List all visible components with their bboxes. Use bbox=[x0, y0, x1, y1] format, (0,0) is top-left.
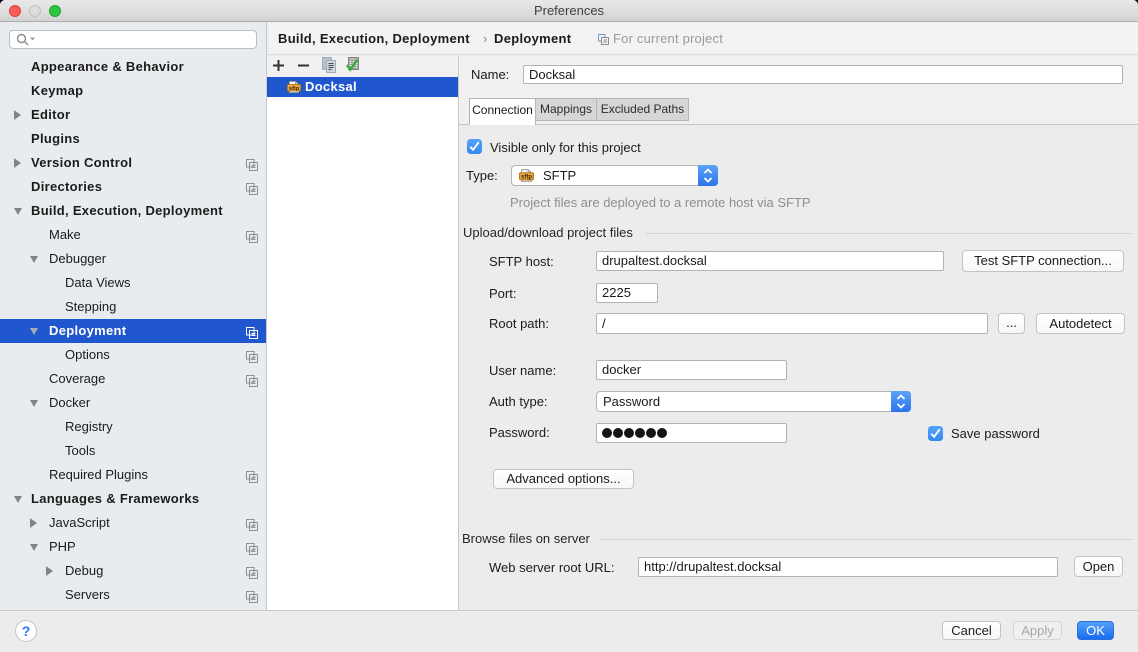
svg-text:sftp: sftp bbox=[289, 86, 300, 92]
svg-text:sftp: sftp bbox=[521, 175, 532, 181]
